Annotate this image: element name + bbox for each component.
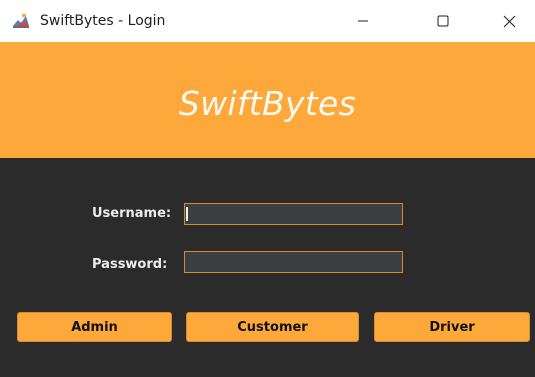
admin-button[interactable]: Admin — [17, 312, 172, 342]
maximize-icon — [437, 15, 449, 27]
driver-button[interactable]: Driver — [374, 312, 530, 342]
username-input[interactable] — [184, 203, 403, 225]
login-form-panel: Username: Password: Admin Customer Drive… — [0, 158, 535, 377]
title-bar[interactable]: SwiftBytes - Login — [0, 0, 535, 42]
maximize-button[interactable] — [420, 0, 466, 42]
password-input[interactable] — [184, 251, 403, 273]
minimize-button[interactable] — [340, 0, 386, 42]
close-icon — [503, 15, 515, 27]
username-label: Username: — [92, 206, 172, 221]
customer-button[interactable]: Customer — [186, 312, 359, 342]
password-label: Password: — [92, 257, 168, 272]
java-app-icon — [13, 13, 29, 28]
text-caret — [186, 207, 188, 221]
login-window: SwiftBytes - Login SwiftBytes Username: … — [0, 0, 535, 377]
window-title: SwiftBytes - Login — [40, 13, 166, 29]
minimize-icon — [358, 20, 368, 22]
header-banner: SwiftBytes — [0, 42, 535, 158]
close-button[interactable] — [486, 0, 532, 42]
app-title: SwiftBytes — [178, 83, 357, 123]
